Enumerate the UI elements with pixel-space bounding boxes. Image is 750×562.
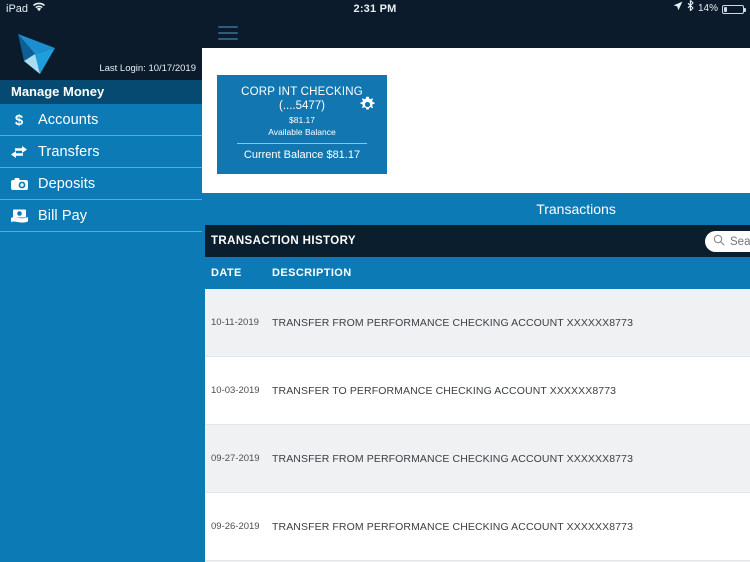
app-root: iPad 2:31 PM 14% Last Login: 10/17/2019 … (0, 0, 750, 562)
gear-icon[interactable] (359, 96, 376, 113)
current-balance-label: Current Balance $81.17 (243, 149, 361, 161)
status-bar-clock: 2:31 PM (353, 3, 397, 15)
sidebar-item-transfers[interactable]: Transfers (0, 136, 202, 168)
app-logo-icon (10, 24, 72, 82)
location-arrow-icon (673, 0, 683, 18)
transfer-arrows-icon (0, 145, 38, 159)
available-amount: $81.17 (289, 115, 315, 125)
table-row[interactable]: 10-11-2019 TRANSFER FROM PERFORMANCE CHE… (202, 289, 750, 357)
sidebar-header: Last Login: 10/17/2019 (0, 18, 202, 80)
sidebar-item-bill-pay[interactable]: Bill Pay (0, 200, 202, 232)
sidebar-item-label: Transfers (38, 143, 100, 160)
tab-bar: Transactions (202, 193, 750, 225)
transaction-history-bar: TRANSACTION HISTORY (202, 225, 750, 257)
battery-icon (722, 4, 746, 14)
panel-divider (202, 271, 205, 562)
transaction-description: TRANSFER FROM PERFORMANCE CHECKING ACCOU… (272, 520, 634, 533)
hamburger-menu-icon[interactable] (218, 26, 238, 40)
column-header-date: DATE (211, 267, 242, 279)
transaction-date: 10-03-2019 (211, 385, 260, 396)
table-row[interactable]: 09-27-2019 TRANSFER FROM PERFORMANCE CHE… (202, 425, 750, 493)
sidebar-item-accounts[interactable]: $ Accounts (0, 104, 202, 136)
bill-money-icon (0, 208, 38, 223)
transaction-history-title: TRANSACTION HISTORY (211, 235, 356, 247)
main-content: CORP INT CHECKING (....5477) $81.17 Avai… (202, 18, 750, 562)
battery-percent-label: 14% (697, 3, 718, 14)
transaction-description: TRANSFER FROM PERFORMANCE CHECKING ACCOU… (272, 452, 634, 465)
sidebar-nav-list: $ Accounts Transfers Deposits Bill Pay (0, 104, 202, 232)
status-bar-right: 14% (673, 0, 746, 18)
sidebar-section-manage-money: Manage Money (0, 80, 202, 104)
available-balance-label: Available Balance (268, 127, 336, 137)
ios-status-bar: iPad 2:31 PM 14% (0, 0, 750, 18)
transaction-date: 09-26-2019 (211, 521, 260, 532)
transaction-date: 10-11-2019 (211, 317, 259, 328)
column-header-description: DESCRIPTION (272, 267, 352, 279)
account-card-zone: CORP INT CHECKING (....5477) $81.17 Avai… (202, 48, 750, 193)
sidebar: Last Login: 10/17/2019 Manage Money $ Ac… (0, 18, 202, 562)
sidebar-item-label: Accounts (38, 111, 99, 128)
panel-divider-top (202, 207, 205, 271)
camera-deposit-icon (0, 177, 38, 191)
search-icon (713, 233, 725, 251)
search-field[interactable] (705, 231, 750, 252)
bluetooth-icon (687, 0, 694, 18)
sidebar-item-deposits[interactable]: Deposits (0, 168, 202, 200)
svg-text:$: $ (15, 112, 24, 128)
sidebar-item-label: Bill Pay (38, 207, 88, 224)
last-login-label: Last Login: 10/17/2019 (99, 63, 196, 74)
table-row[interactable]: 10-03-2019 TRANSFER TO PERFORMANCE CHECK… (202, 357, 750, 425)
transaction-description: TRANSFER TO PERFORMANCE CHECKING ACCOUNT… (272, 384, 617, 397)
sidebar-item-label: Deposits (38, 175, 96, 192)
transaction-list: 10-11-2019 TRANSFER FROM PERFORMANCE CHE… (202, 289, 750, 562)
dollar-sign-icon: $ (0, 111, 38, 128)
account-card[interactable]: CORP INT CHECKING (....5477) $81.17 Avai… (217, 75, 387, 174)
transaction-column-header: DATE DESCRIPTION (202, 257, 750, 289)
search-input[interactable] (730, 235, 750, 248)
tab-transactions[interactable]: Transactions (402, 193, 750, 225)
transaction-description: TRANSFER FROM PERFORMANCE CHECKING ACCOU… (272, 316, 634, 329)
table-row[interactable]: 09-26-2019 TRANSFER FROM PERFORMANCE CHE… (202, 493, 750, 561)
main-top-bar (202, 18, 750, 48)
transaction-date: 09-27-2019 (211, 453, 260, 464)
